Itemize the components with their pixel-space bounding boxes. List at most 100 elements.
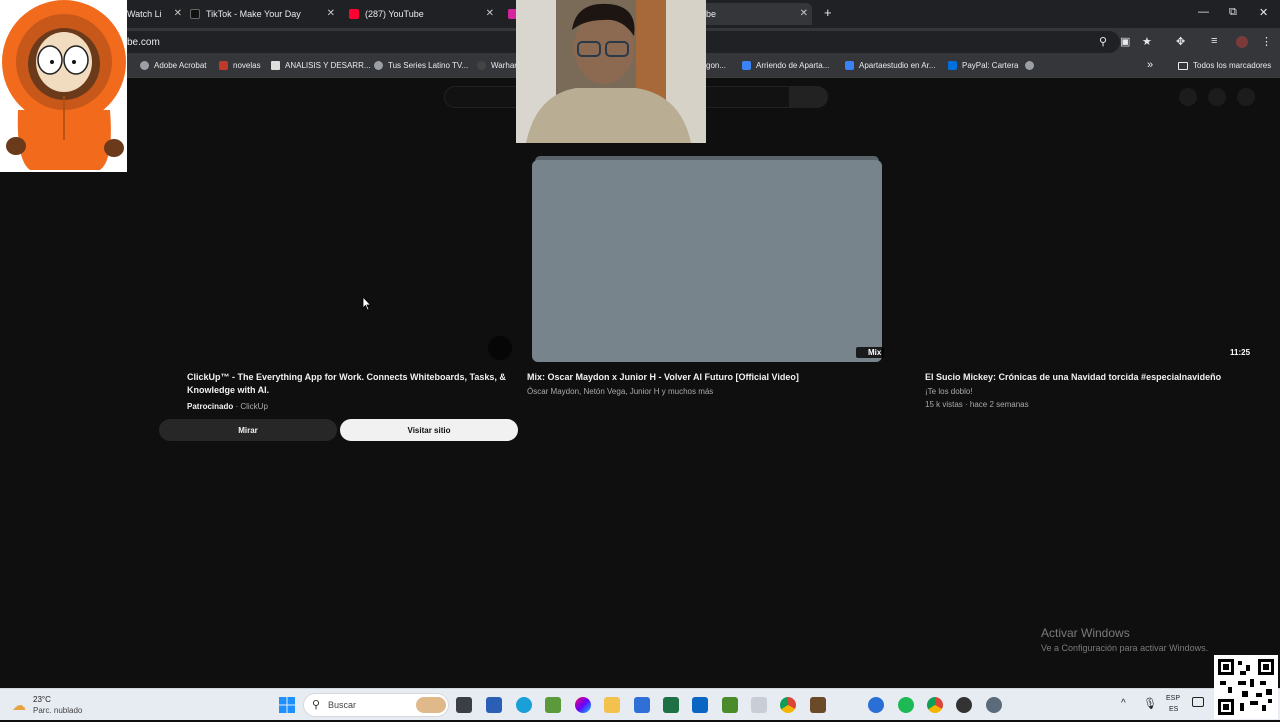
bookmark-novelas[interactable]: novelas — [219, 61, 261, 70]
account-avatar[interactable] — [1237, 88, 1255, 106]
tab-watch[interactable]: Watch Li ✕ — [127, 3, 182, 25]
globe-icon — [1025, 61, 1034, 70]
qr-code-image — [1214, 655, 1278, 719]
tab-label: TikTok - Make Your Day — [206, 9, 301, 19]
activate-windows-subtitle: Ve a Configuración para activar Windows. — [1041, 643, 1209, 653]
create-icon[interactable] — [1179, 88, 1197, 106]
bookmark-tus-series[interactable]: Tus Series Latino TV... — [374, 61, 468, 70]
chrome-icon[interactable] — [780, 697, 796, 713]
task-view-icon[interactable] — [456, 697, 472, 713]
webcam-person-image — [516, 0, 706, 143]
close-tab-icon[interactable]: ✕ — [327, 8, 335, 19]
mouse-cursor-icon — [362, 296, 372, 311]
bookmark-star-icon[interactable]: ★ — [1142, 35, 1152, 48]
profile-avatar[interactable] — [1236, 36, 1248, 48]
close-tab-icon[interactable]: ✕ — [486, 8, 494, 19]
chrome-active-icon[interactable] — [927, 697, 943, 713]
bookmark-apartaestudio[interactable]: Apartaestudio en Ar... — [845, 61, 936, 70]
bookmark-paypal[interactable]: PayPal: Cartera — [948, 61, 1018, 70]
bookmark-adobe-acrobat[interactable]: Adobe Acrobat — [140, 61, 206, 70]
shield-icon — [742, 61, 751, 70]
media-control-icon[interactable]: ≡ — [1211, 35, 1217, 47]
close-tab-icon[interactable]: ✕ — [800, 8, 808, 19]
taskbar-search-box[interactable]: ⚲ Buscar — [303, 693, 449, 717]
excel-icon[interactable] — [663, 697, 679, 713]
youtube-icon — [349, 9, 359, 19]
kenny-illustration — [0, 0, 127, 172]
bookmark-label: PayPal: Cartera — [962, 61, 1019, 70]
tab-tiktok[interactable]: TikTok - Make Your Day ✕ — [190, 3, 335, 25]
bookmark-warhammer[interactable]: Warhar — [477, 61, 517, 70]
obs-icon[interactable] — [956, 697, 972, 713]
bookmark-arriendo[interactable]: Arriendo de Aparta... — [742, 61, 829, 70]
bookmark-label: ANALISIS Y DESARR... — [285, 61, 371, 70]
taskbar-search-placeholder: Buscar — [328, 700, 357, 710]
ad-sponsor-line: Patrocinado · ClickUp — [187, 401, 268, 413]
word-icon[interactable] — [486, 697, 502, 713]
watch-ad-button[interactable]: Mirar — [159, 419, 337, 441]
file-explorer-icon[interactable] — [604, 697, 620, 713]
app-icon[interactable] — [751, 697, 767, 713]
search-highlight-icon — [416, 697, 446, 713]
shield-icon — [845, 61, 854, 70]
bookmark-globe[interactable] — [1025, 61, 1039, 70]
close-tab-icon[interactable]: ✕ — [174, 8, 182, 19]
channel-avatar[interactable] — [488, 336, 512, 360]
zoom-icon[interactable]: ⚲ — [1099, 35, 1107, 48]
video-title-mix[interactable]: Mix: Oscar Maydon x Junior H - Volver Al… — [527, 371, 887, 384]
tab-active-youtube[interactable]: be ✕ — [700, 3, 812, 25]
activate-windows-title: Activar Windows — [1041, 626, 1130, 640]
weather-temperature[interactable]: 23°C — [33, 695, 51, 704]
tray-chevron-up-icon[interactable]: ^ — [1121, 698, 1126, 709]
minecraft-launcher-icon[interactable] — [810, 697, 826, 713]
all-bookmarks-folder[interactable]: Todos los marcadores — [1178, 61, 1271, 70]
notifications-icon[interactable] — [1208, 88, 1226, 106]
edge-icon[interactable] — [516, 697, 532, 713]
new-tab-button[interactable]: + — [824, 5, 832, 20]
bookmark-gon[interactable]: gon... — [706, 61, 726, 70]
video-thumbnail-mix[interactable] — [532, 160, 882, 362]
weather-description[interactable]: Parc. nublado — [33, 706, 82, 715]
tiktok-icon — [190, 9, 200, 19]
network-icon[interactable] — [1192, 697, 1204, 707]
tab-label: be — [706, 9, 717, 19]
language-top[interactable]: ESP — [1166, 695, 1180, 702]
minimize-button[interactable]: — — [1198, 6, 1209, 18]
bookmark-label: Apartaestudio en Ar... — [859, 61, 936, 70]
windows-start-icon[interactable] — [279, 697, 295, 713]
youtube-search-button[interactable] — [790, 86, 828, 108]
bookmark-label: Warhar — [491, 61, 517, 70]
url-text[interactable]: be.com — [127, 37, 160, 48]
qr-pattern — [1216, 657, 1276, 717]
extensions-icon[interactable]: ✥ — [1176, 35, 1185, 48]
microphone-icon[interactable]: 🎙 — [1143, 697, 1157, 710]
close-window-button[interactable]: ✕ — [1259, 6, 1268, 19]
spotify-icon[interactable] — [898, 697, 914, 713]
video-title-mickey[interactable]: El Sucio Mickey: Crónicas de una Navidad… — [925, 371, 1245, 384]
bookmark-label: Adobe Acrobat — [154, 61, 207, 70]
video-meta-mix[interactable]: Óscar Maydon, Netón Vega, Junior H y muc… — [527, 386, 887, 398]
ad-title-line-2: Knowledge with AI. — [187, 385, 270, 395]
outlook-icon[interactable] — [692, 697, 708, 713]
ad-title[interactable]: ClickUp™ - The Everything App for Work. … — [187, 371, 512, 397]
tab-label: Watch Li — [127, 9, 162, 19]
bookmarks-overflow-icon[interactable]: » — [1147, 59, 1153, 71]
restore-button[interactable]: ⧉ — [1229, 6, 1237, 19]
duration-badge: 11:25 — [1230, 348, 1251, 357]
sena-icon — [271, 61, 280, 70]
install-app-icon[interactable]: ▣ — [1120, 35, 1130, 48]
language-bottom[interactable]: ES — [1169, 706, 1178, 713]
copilot-icon[interactable] — [575, 697, 591, 713]
visit-site-button[interactable]: Visitar sitio — [340, 419, 518, 441]
store-icon[interactable] — [634, 697, 650, 713]
channel-name[interactable]: ¡Te los doblo! — [925, 386, 973, 398]
bookmark-label: Todos los marcadores — [1193, 61, 1272, 70]
app-icon[interactable] — [545, 697, 561, 713]
tab-youtube[interactable]: (287) YouTube ✕ — [349, 3, 494, 25]
settings-icon[interactable] — [986, 697, 1002, 713]
tab-instagram[interactable] — [508, 3, 516, 25]
app-icon[interactable] — [868, 697, 884, 713]
bookmark-analisis[interactable]: ANALISIS Y DESARR... — [271, 61, 371, 70]
minecraft-icon[interactable] — [722, 697, 738, 713]
menu-kebab-icon[interactable]: ⋮ — [1261, 35, 1272, 48]
